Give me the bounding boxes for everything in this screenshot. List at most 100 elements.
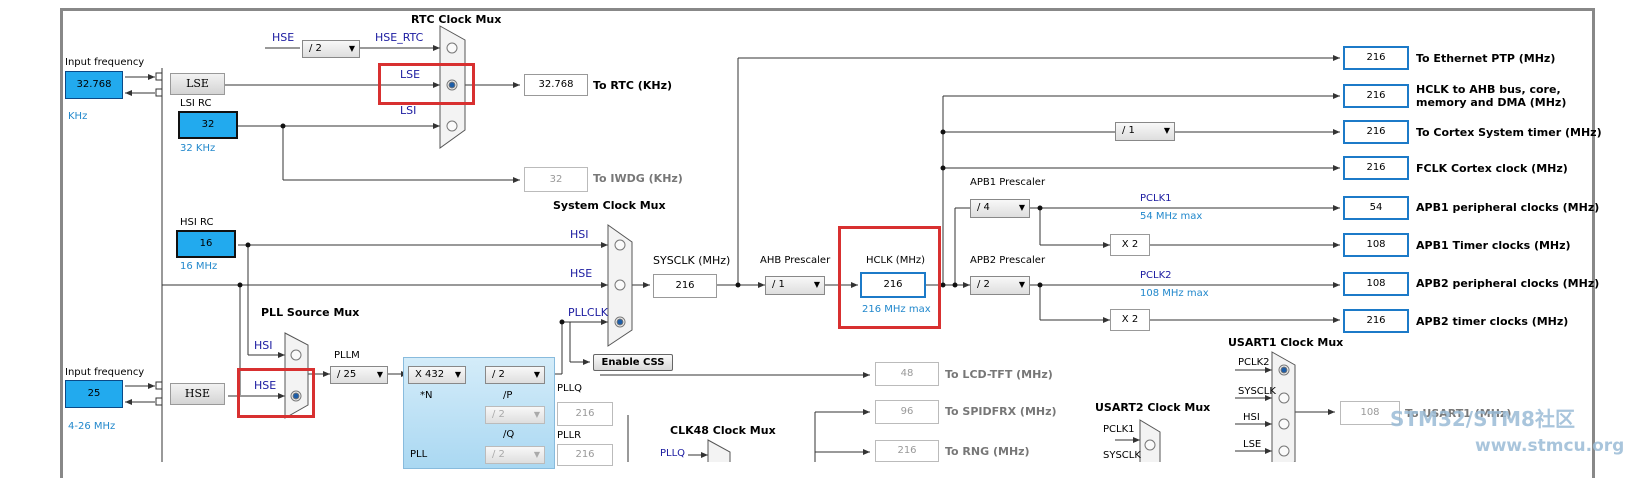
apb2-timer-value: 216 <box>1343 309 1409 333</box>
pclk1-max: 54 MHz max <box>1140 211 1203 222</box>
sysmux-pllclk-label: PLLCLK <box>568 306 608 319</box>
usart1-pclk2-label: PCLK2 <box>1238 357 1270 368</box>
apb1-peripheral-label: APB1 peripheral clocks (MHz) <box>1416 201 1600 214</box>
pclk2-max: 108 MHz max <box>1140 288 1209 299</box>
iwdg-output-value: 32 <box>524 167 588 192</box>
enable-css-button[interactable]: Enable CSS <box>593 354 673 371</box>
pllq-divider-value: / 2 <box>492 409 505 420</box>
lsi-rc-value: 32 <box>178 111 238 139</box>
rtc-output-label: To RTC (KHz) <box>593 79 672 92</box>
apb1-prescaler-label: APB1 Prescaler <box>970 177 1046 188</box>
hse-input-label: Input frequency <box>65 367 145 378</box>
lse-unit: KHz <box>68 111 88 122</box>
chevron-down-icon: ▼ <box>813 280 820 289</box>
hse-rtc-divider-value: / 2 <box>309 43 322 54</box>
pllm-label: PLLM <box>334 350 360 361</box>
pllm-select[interactable]: / 25 ▼ <box>330 366 388 384</box>
apb2-prescaler-select[interactable]: / 2 ▼ <box>970 276 1030 295</box>
fclk-cortex-label: FCLK Cortex clock (MHz) <box>1416 162 1568 175</box>
usart1-mux-title: USART1 Clock Mux <box>1228 336 1344 349</box>
chevron-down-icon: ▼ <box>533 410 540 419</box>
clock-configuration-diagram: RTC Clock Mux System Clock Mux PLL Sourc… <box>0 0 1625 478</box>
apb2-timer-multiplier: X 2 <box>1110 309 1150 331</box>
chevron-down-icon: ▼ <box>1018 280 1025 289</box>
hsi-label: HSI RC <box>180 217 214 228</box>
chevron-down-icon: ▼ <box>376 370 383 379</box>
spdif-value: 96 <box>875 400 939 424</box>
lcd-tft-label: To LCD-TFT (MHz) <box>945 368 1053 381</box>
hsi-rc-value: 16 <box>176 230 236 258</box>
pclk2-label: PCLK2 <box>1140 270 1172 281</box>
pllq-value: 216 <box>557 402 613 426</box>
rtc-hse-label: HSE <box>272 31 295 44</box>
rtc-output-value: 32.768 <box>524 74 588 96</box>
hclk-ahb-label-line2: memory and DMA (MHz) <box>1416 96 1567 109</box>
chevron-down-icon: ▼ <box>533 450 540 459</box>
rng-label: To RNG (MHz) <box>945 445 1030 458</box>
chevron-down-icon: ▼ <box>454 370 461 379</box>
plln-label: *N <box>420 390 433 401</box>
usart1-lse-label: LSE <box>1243 439 1262 450</box>
apb2-prescaler-value: / 2 <box>977 279 990 290</box>
cortex-timer-divider-select[interactable]: / 1 ▼ <box>1115 122 1175 141</box>
watermark-url: www.stmcu.org <box>1475 436 1625 456</box>
usart1-hsi-label: HSI <box>1243 412 1260 423</box>
lse-input-label: Input frequency <box>65 57 145 68</box>
pllq-select[interactable]: / 2 ▼ <box>485 406 545 424</box>
usart2-pclk1-label: PCLK1 <box>1103 424 1135 435</box>
usart2-mux-title: USART2 Clock Mux <box>1095 401 1211 414</box>
chevron-down-icon: ▼ <box>1163 126 1170 135</box>
rtc-lse-highlight <box>378 63 475 105</box>
clk48-mux-title: CLK48 Clock Mux <box>670 424 776 437</box>
pllr-select[interactable]: / 2 ▼ <box>485 446 545 464</box>
lsi-frequency: 32 KHz <box>180 143 216 154</box>
ahb-prescaler-label: AHB Prescaler <box>760 255 831 266</box>
clk48-mux-shape <box>707 439 731 462</box>
pclk1-label: PCLK1 <box>1140 193 1172 204</box>
sysmux-hsi-label: HSI <box>570 228 589 241</box>
pllp-value: / 2 <box>492 369 505 380</box>
watermark-title: STM32/STM8社区 <box>1390 407 1575 431</box>
ethernet-ptp-label: To Ethernet PTP (MHz) <box>1416 52 1556 65</box>
pllp-label: /P <box>503 390 513 401</box>
pll-source-mux-title: PLL Source Mux <box>261 306 360 319</box>
usart1-sysclk-label: SYSCLK <box>1238 386 1276 397</box>
plln-select[interactable]: X 432 ▼ <box>408 366 466 384</box>
pllm-value: / 25 <box>337 369 357 380</box>
pllp-select[interactable]: / 2 ▼ <box>485 366 545 384</box>
pllsrc-hsi-label: HSI <box>254 339 273 352</box>
sysmux-hse-label: HSE <box>570 267 593 280</box>
hclk-ahb-value: 216 <box>1343 84 1409 108</box>
hclk-highlight <box>838 226 941 329</box>
lsi-label: LSI RC <box>180 98 212 109</box>
ethernet-ptp-value: 216 <box>1343 46 1409 70</box>
lse-input-frequency[interactable]: 32.768 <box>65 71 123 99</box>
cortex-timer-value: 216 <box>1343 120 1409 144</box>
apb1-timer-value: 108 <box>1343 233 1409 257</box>
pll-source-hse-highlight <box>237 368 315 418</box>
cortex-timer-label: To Cortex System timer (MHz) <box>1416 126 1602 139</box>
rng-value: 216 <box>875 440 939 462</box>
hclk-ahb-label: HCLK to AHB bus, core, <box>1416 83 1561 96</box>
ahb-prescaler-value: / 1 <box>772 279 785 290</box>
apb1-prescaler-select[interactable]: / 4 ▼ <box>970 199 1030 218</box>
pllr-value: 216 <box>557 444 613 466</box>
apb2-timer-label: APB2 timer clocks (MHz) <box>1416 315 1569 328</box>
apb2-prescaler-label: APB2 Prescaler <box>970 255 1046 266</box>
pllq-divider-label: /Q <box>503 429 515 440</box>
hse-rtc-divider-select[interactable]: / 2 ▼ <box>302 40 360 58</box>
clk48-pllq-label: PLLQ <box>660 448 686 459</box>
pllr-divider-value: / 2 <box>492 449 505 460</box>
pllr-label: PLLR <box>557 430 582 441</box>
plln-value: X 432 <box>415 369 445 380</box>
iwdg-output-label: To IWDG (KHz) <box>593 172 683 185</box>
lse-source: LSE <box>170 73 225 95</box>
hse-input-frequency[interactable]: 25 <box>65 380 123 408</box>
apb2-peripheral-value: 108 <box>1343 272 1409 296</box>
usart2-sysclk-label: SYSCLK <box>1103 450 1141 461</box>
sysclk-label: SYSCLK (MHz) <box>653 254 731 267</box>
ahb-prescaler-select[interactable]: / 1 ▼ <box>765 276 825 295</box>
sysclk-value: 216 <box>653 274 717 298</box>
apb1-timer-label: APB1 Timer clocks (MHz) <box>1416 239 1571 252</box>
hse-rtc-label: HSE_RTC <box>375 31 424 44</box>
